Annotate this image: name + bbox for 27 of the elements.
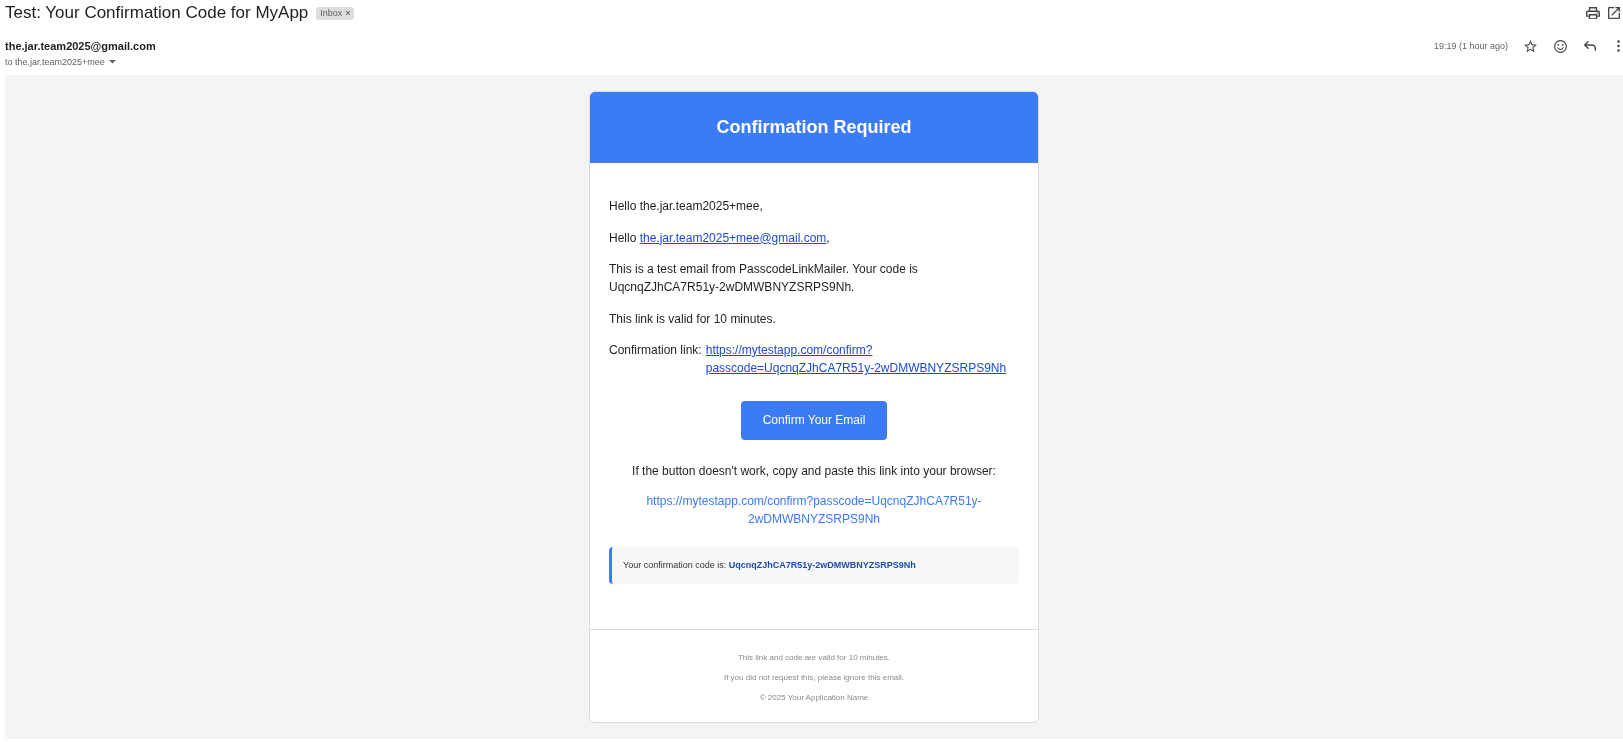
confirmation-code-text: Your confirmation code is: UqcnqZJhCA7R51y-2wDMWBNYZSRPS9Nh bbox=[623, 559, 917, 572]
fallback-link[interactable]: https://mytestapp.com/confirm?passcode=UqcnqZJhCA7R51y-2wDMWBNYZSRPS9Nh bbox=[644, 491, 984, 528]
footer-text: This link and code are valid for 10 minutes. bbox=[736, 652, 892, 664]
dropdown-caret-icon[interactable] bbox=[108, 60, 116, 64]
confirm-email-button[interactable]: Confirm Your Email bbox=[740, 400, 888, 440]
email-paragraph: This is a test email from PasscodeLinkMailer. Your code is UqcnqZJhCA7R51y-2wDMWBNYZSRPS9Nh. bbox=[609, 261, 919, 296]
footer-text: If you did not request this, please ignore this email. bbox=[722, 672, 906, 684]
footer-text: © 2025 Your Application Name bbox=[758, 692, 870, 704]
label-text: Inbox bbox=[320, 7, 343, 19]
email-paragraph: Hello the.jar.team2025+mee@gmail.com, bbox=[609, 229, 831, 247]
fallback-instruction-text: If the button doesn't work, copy and paste this link into your browser: bbox=[631, 462, 997, 480]
print-icon[interactable] bbox=[1586, 6, 1600, 20]
email-paragraph: This link is valid for 10 minutes. bbox=[609, 310, 777, 328]
recipients-text: to the.jar.team2025+mee bbox=[5, 56, 105, 68]
link-label: Confirmation link: bbox=[609, 342, 702, 359]
star-icon[interactable] bbox=[1524, 39, 1537, 53]
confirmation-link[interactable]: https://mytestapp.com/confirm?passcode=UqcnqZJhCA7R51y-2wDMWBNYZSRPS9Nh bbox=[705, 341, 1019, 377]
timestamp: 19:19 (1 hour ago) bbox=[1433, 40, 1508, 52]
more-options-icon[interactable] bbox=[1617, 40, 1620, 52]
sender-address: the.jar.team2025@gmail.com bbox=[5, 39, 156, 53]
reply-icon[interactable] bbox=[1584, 41, 1596, 51]
emoji-icon[interactable] bbox=[1554, 39, 1567, 53]
email-paragraph: Hello the.jar.team2025+mee, bbox=[609, 198, 764, 215]
remove-label-button[interactable]: × bbox=[345, 7, 351, 19]
banner-title: Confirmation Required bbox=[715, 117, 913, 138]
email-subject: Test: Your Confirmation Code for MyApp bbox=[5, 3, 309, 23]
open-in-new-window-icon[interactable] bbox=[1608, 7, 1620, 19]
